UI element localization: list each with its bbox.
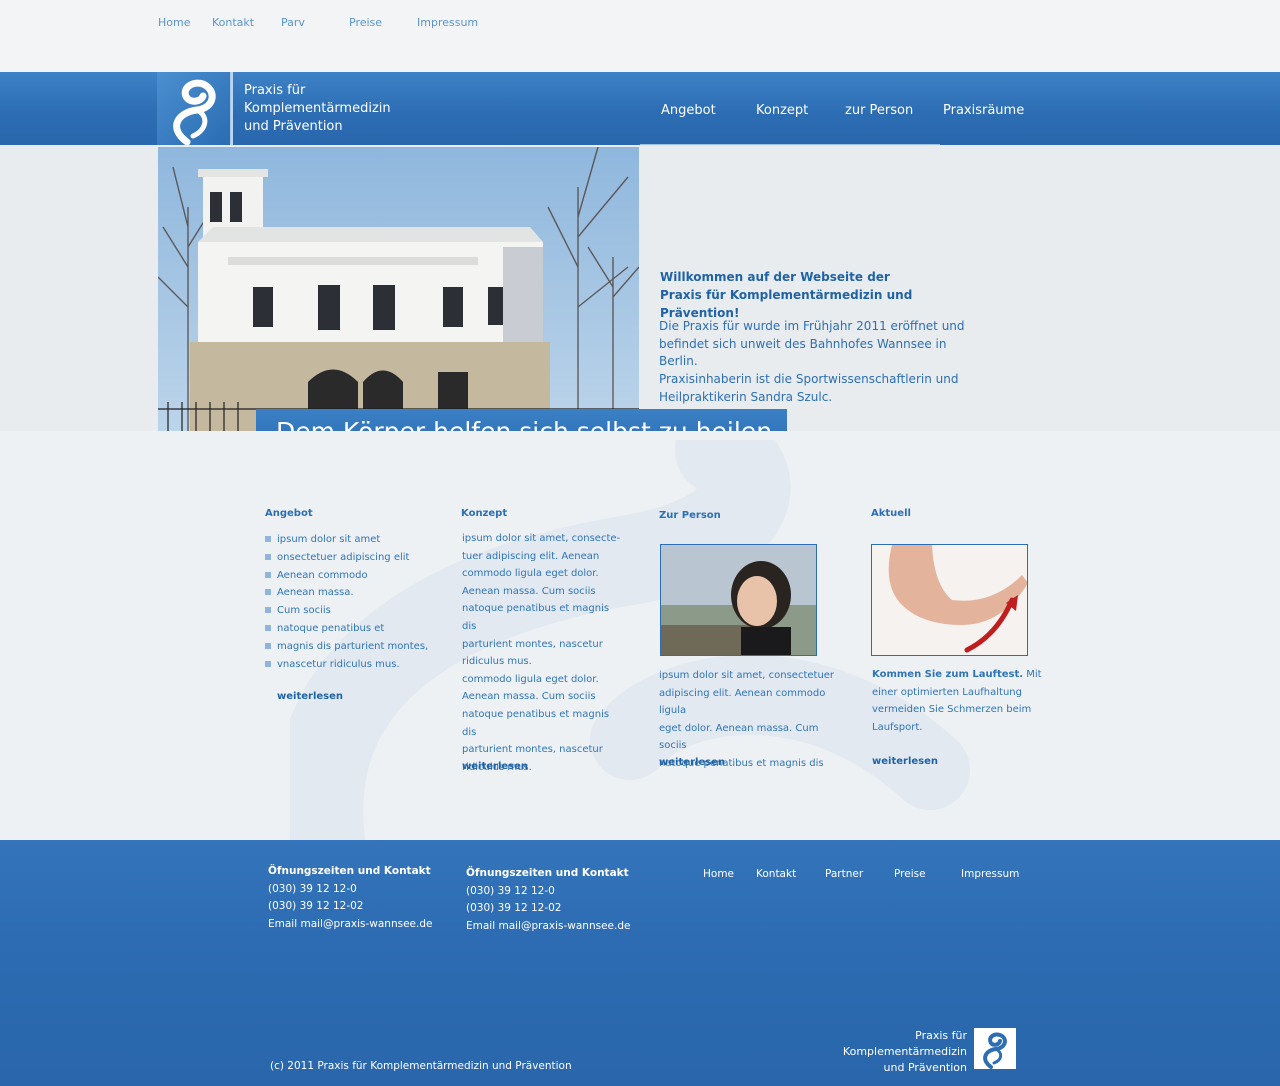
konzept-line: commodo ligula eget dolor. (462, 673, 599, 685)
aktuell-line: Laufsport. (872, 721, 923, 733)
konzept-line: tuer adipiscing elit. Aenean (462, 550, 600, 562)
footer (0, 840, 1280, 1086)
aktuell-title: Aktuell (871, 508, 911, 519)
top-nav: Home Kontakt Parv Preise Impressum (0, 0, 1280, 72)
foot-running-photo (871, 544, 1028, 656)
konzept-line: ridiculus mus. (462, 656, 532, 668)
konzept-line: Aenean massa. Cum sociis (462, 691, 596, 703)
footer-phone-2: (030) 39 12 12-02 (268, 900, 364, 913)
list-item: Cum sociis (265, 602, 428, 620)
welcome-title: Willkommen auf der Webseite der Praxis f… (660, 268, 990, 322)
konzept-text: ipsum dolor sit amet, consecte- tuer adi… (462, 530, 622, 776)
main-nav-zur-person[interactable]: zur Person (845, 103, 913, 118)
footer-logo-icon[interactable] (974, 1028, 1016, 1069)
aktuell-first-rest: Mit (1023, 669, 1042, 680)
welcome-body-line: Heilpraktikerin Sandra Szulc. (659, 389, 833, 404)
person-line: adipiscing elit. Aenean commodo ligula (659, 687, 826, 717)
welcome-body-line: befindet sich unweit des Bahnhofes Wanns… (659, 336, 947, 369)
angebot-title: Angebot (265, 508, 313, 519)
footer-contact-title: Öfnungszeiten und Kontakt (466, 867, 629, 879)
footer-brand-line-3: und Prävention (883, 1061, 967, 1074)
footer-phone-1: (030) 39 12 12-0 (466, 884, 555, 897)
welcome-title-line-1: Willkommen auf der Webseite der (660, 270, 890, 284)
main-nav-praxisraeume[interactable]: Praxisräume (943, 103, 1024, 118)
person-line: ipsum dolor sit amet, consectetuer (659, 670, 835, 681)
footer-email[interactable]: Email mail@praxis-wannsee.de (466, 918, 630, 936)
footer-nav-kontakt[interactable]: Kontakt (756, 868, 796, 880)
list-item: Aenean commodo (265, 567, 428, 585)
top-nav-preise-link[interactable]: Preise (349, 16, 382, 29)
konzept-line: Aenean massa. Cum sociis (462, 585, 596, 597)
aktuell-highlight: Kommen Sie zum Lauftest. (872, 669, 1024, 680)
angebot-weiterlesen-link[interactable]: weiterlesen (277, 691, 343, 702)
welcome-body-line: Praxisinhaberin ist die Sportwissenschaf… (659, 372, 959, 387)
footer-brand-line-2: Komplementärmedizin (842, 1045, 967, 1058)
person-portrait-photo (660, 544, 817, 656)
konzept-weiterlesen-link[interactable]: weiterlesen (462, 761, 528, 772)
person-weiterlesen-link[interactable]: weiterlesen (659, 757, 725, 768)
list-item: vnascetur ridiculus mus. (265, 656, 428, 674)
brand-line-3: und Prävention (244, 119, 343, 134)
aktuell-line: einer optimierten Laufhaltung (872, 686, 1022, 698)
brand-line-1: Praxis für (244, 83, 306, 98)
konzept-line: parturient montes, nascetur (462, 744, 603, 756)
angebot-list: ipsum dolor sit amet onsectetuer adipisc… (265, 531, 428, 673)
aktuell-first-line: Kommen Sie zum Lauftest. Mit (872, 666, 1042, 684)
footer-contact-title: Öfnungszeiten und Kontakt (268, 865, 431, 877)
footer-email[interactable]: Email mail@praxis-wannsee.de (268, 916, 432, 934)
konzept-line: natoque penatibus et magnis dis (462, 603, 610, 632)
footer-brand-line-1: Praxis für (915, 1029, 967, 1042)
footer-contact-2: Öfnungszeiten und Kontakt (030) 39 12 12… (466, 865, 630, 935)
copyright-text: (c) 2011 Praxis für Komplementärmedizin … (270, 1060, 572, 1072)
welcome-body-line: Die Praxis für wurde im Frühjahr 2011 er… (659, 319, 965, 333)
logo-divider (231, 72, 233, 145)
list-item: ipsum dolor sit amet (265, 531, 428, 549)
list-item: magnis dis parturient montes, (265, 638, 428, 656)
top-nav-kontakt-link[interactable]: Kontakt (212, 16, 254, 29)
welcome-body: Die Praxis für wurde im Frühjahr 2011 er… (659, 318, 979, 407)
footer-nav-partner[interactable]: Partner (825, 868, 863, 880)
konzept-line: parturient montes, nascetur (462, 638, 603, 650)
brand-name: Praxis für Komplementärmedizin und Präve… (244, 82, 391, 136)
list-item: onsectetuer adipiscing elit (265, 549, 428, 567)
footer-nav-home[interactable]: Home (703, 868, 734, 880)
footer-phone-1: (030) 39 12 12-0 (268, 882, 357, 895)
footer-brand-name: Praxis für Komplementärmedizin und Präve… (830, 1028, 967, 1076)
main-nav-konzept[interactable]: Konzept (756, 103, 808, 118)
konzept-line: commodo ligula eget dolor. (462, 568, 599, 580)
welcome-title-line-2: Praxis für Komplementärmedizin und Präve… (660, 288, 913, 320)
aktuell-weiterlesen-link[interactable]: weiterlesen (872, 756, 938, 767)
top-nav-home-link[interactable]: Home (158, 16, 190, 29)
footer-nav-impressum[interactable]: Impressum (961, 868, 1019, 880)
footer-phone-2: (030) 39 12 12-02 (466, 902, 562, 915)
footer-contact-1: Öfnungszeiten und Kontakt (030) 39 12 12… (268, 863, 432, 933)
person-title: Zur Person (659, 510, 721, 521)
konzept-title: Konzept (461, 508, 508, 519)
main-nav-angebot[interactable]: Angebot (661, 103, 716, 118)
aktuell-text: Kommen Sie zum Lauftest. Mit einer optim… (872, 666, 1042, 736)
hero-villa-photo (158, 147, 639, 431)
aktuell-line: vermeiden Sie Schmerzen beim (872, 704, 1032, 716)
top-nav-impressum-link[interactable]: Impressum (417, 16, 478, 29)
brand-line-2: Komplementärmedizin (244, 101, 391, 116)
list-item: natoque penatibus et (265, 620, 428, 638)
konzept-line: ipsum dolor sit amet, consecte- (462, 533, 621, 544)
logo-icon[interactable] (157, 72, 231, 145)
footer-nav-preise[interactable]: Preise (894, 868, 926, 880)
konzept-line: natoque penatibus et magnis dis (462, 708, 610, 738)
person-line: eget dolor. Aenean massa. Cum sociis (659, 722, 819, 752)
list-item: Aenean massa. (265, 584, 428, 602)
top-nav-parv-link[interactable]: Parv (281, 16, 305, 29)
